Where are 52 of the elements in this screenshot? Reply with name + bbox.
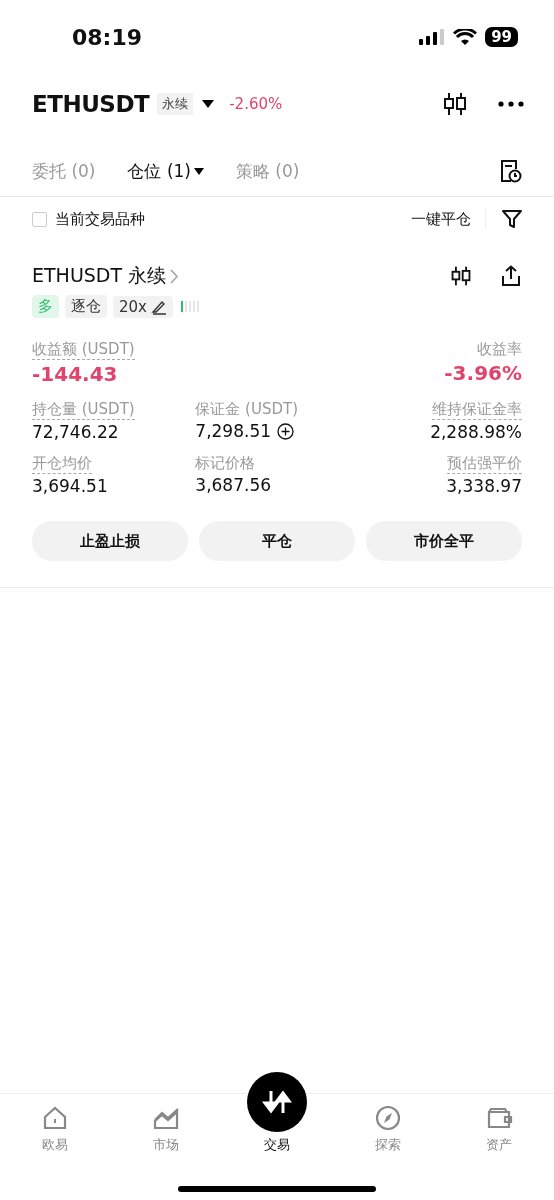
- checkbox-label: 当前交易品种: [55, 209, 145, 229]
- contract-type-tag: 永续: [157, 93, 194, 115]
- more-icon[interactable]: [498, 101, 524, 107]
- metric-label: 标记价格: [195, 454, 256, 473]
- metric-value: 7,298.51: [195, 421, 272, 441]
- metric-label: 保证金 (USDT): [195, 400, 298, 419]
- nav-tab[interactable]: 欧易: [0, 1104, 111, 1170]
- metric-value: -144.43: [32, 362, 118, 386]
- compass-icon: [373, 1104, 402, 1132]
- tab[interactable]: 仓位 (1): [127, 159, 204, 183]
- metric-value: 3,338.97: [446, 476, 522, 496]
- position-title[interactable]: ETHUSDT 永续: [32, 263, 167, 289]
- metric-label: 维持保证金率: [432, 400, 522, 420]
- edit-icon[interactable]: [150, 298, 167, 315]
- action-button[interactable]: 平仓: [199, 521, 355, 561]
- wifi-icon: [453, 28, 478, 46]
- action-button[interactable]: 市价全平: [366, 521, 522, 561]
- metric-value: 3,687.56: [195, 475, 272, 495]
- metric-label: 持仓量 (USDT): [32, 400, 135, 420]
- metric-label: 开仓均价: [32, 454, 92, 474]
- nav-tab[interactable]: 资产: [443, 1104, 554, 1170]
- history-icon[interactable]: [500, 159, 522, 183]
- margin-mode-tag: 逐仓: [65, 295, 107, 318]
- checkbox[interactable]: [32, 211, 47, 227]
- action-button[interactable]: 止盈止损: [32, 521, 188, 561]
- symbol-title[interactable]: ETHUSDT: [32, 91, 150, 117]
- nav-tab[interactable]: 交易: [221, 1072, 333, 1170]
- metric-value: 2,288.98%: [430, 422, 522, 442]
- nav-tab[interactable]: 探索: [332, 1104, 444, 1170]
- share-icon[interactable]: [500, 265, 522, 287]
- metric-label: 收益率: [477, 340, 522, 359]
- metric-label: 收益额 (USDT): [32, 340, 135, 360]
- side-tag: 多: [32, 295, 59, 318]
- metric-value: 3,694.51: [32, 476, 108, 496]
- dropdown-caret-icon[interactable]: [201, 99, 216, 109]
- metric-value: 72,746.22: [32, 422, 119, 442]
- dropdown-caret-icon[interactable]: [193, 167, 204, 175]
- candlestick-icon[interactable]: [442, 91, 468, 117]
- battery-level: 99: [485, 27, 518, 47]
- trade-circle-icon: [247, 1072, 307, 1132]
- price-change: -2.60%: [229, 95, 283, 113]
- add-icon[interactable]: [277, 422, 295, 440]
- candlestick-icon[interactable]: [450, 265, 472, 287]
- risk-meter: [180, 301, 199, 312]
- metric-label: 预估强平价: [447, 454, 522, 474]
- status-time: 08:19: [72, 24, 143, 50]
- nav-tab[interactable]: 市场: [110, 1104, 222, 1170]
- close-all-link[interactable]: 一键平仓: [411, 209, 486, 229]
- filter-icon[interactable]: [502, 209, 522, 229]
- leverage-tag[interactable]: 20x: [113, 295, 173, 318]
- signal-icon: [419, 29, 446, 45]
- metric-value: -3.96%: [444, 361, 522, 385]
